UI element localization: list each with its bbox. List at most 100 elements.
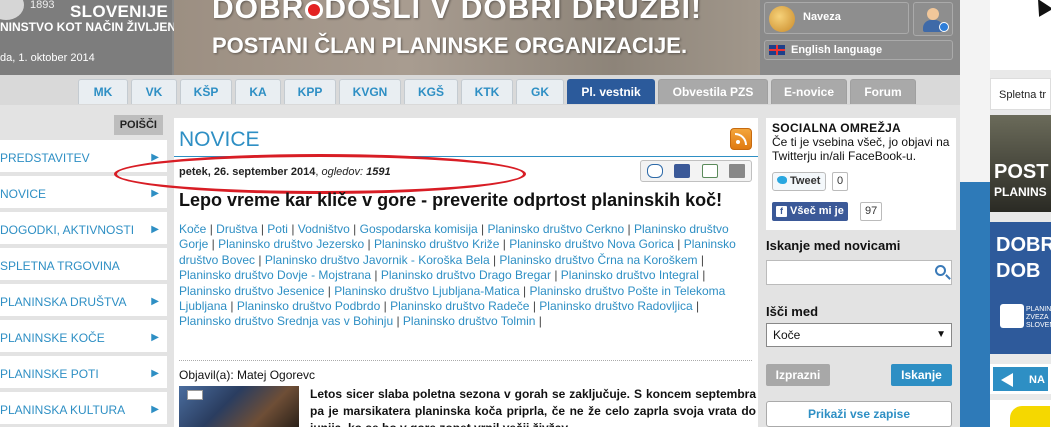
tab-gk[interactable]: GK <box>516 79 564 104</box>
back-nav-label: NA <box>1029 374 1045 386</box>
tag-link[interactable]: Planinsko društvo Nova Gorica <box>509 237 674 251</box>
twitter-bird-icon <box>777 176 787 184</box>
facebook-like-count: 97 <box>860 202 883 221</box>
tab-forum[interactable]: Forum <box>850 79 916 104</box>
tag-link[interactable]: Planinsko društvo Radovljica <box>539 299 692 313</box>
tag-link[interactable]: Planinsko društvo Ljubljana-Matica <box>334 284 519 298</box>
search-button[interactable]: POIŠČI <box>113 115 163 135</box>
facebook-icon[interactable] <box>674 164 691 178</box>
tab-kpp[interactable]: KPP <box>284 79 336 104</box>
ad-membership-line1: POST <box>994 161 1049 183</box>
tag-link[interactable]: Planinsko društvo Drago Bregar <box>381 268 551 282</box>
social-box: SOCIALNA OMREŽJA Če ti je vsebina všeč, … <box>766 118 956 230</box>
rss-icon[interactable] <box>730 128 752 150</box>
tag-separator: | <box>393 314 403 329</box>
tag-separator: | <box>673 237 684 252</box>
sidebar-item-novice[interactable]: NOVICE ▶ <box>0 176 167 212</box>
news-search-button[interactable]: Iskanje <box>891 364 952 386</box>
tab-vk[interactable]: VK <box>131 79 177 104</box>
print-icon[interactable] <box>729 164 746 178</box>
tab-mk[interactable]: MK <box>78 79 128 104</box>
tag-link[interactable]: Planinsko društvo Integral <box>561 268 699 282</box>
tab-kvgn[interactable]: KVGN <box>339 79 401 104</box>
sidebar-item-planinska-kultura[interactable]: PLANINSKA KULTURA ▶ <box>0 392 167 427</box>
user-profile-icon[interactable] <box>913 2 953 36</box>
tag-separator: | <box>698 268 706 283</box>
pzs-logo-icon <box>1000 304 1024 328</box>
language-switch[interactable]: English language <box>764 40 953 60</box>
ad-welcome[interactable]: DOBR DOB PLANIN ZVEZA SLOVEN <box>990 222 1051 354</box>
sidebar-item-spletna-trgovina[interactable]: SPLETNA TRGOVINA <box>0 248 167 284</box>
show-all-button[interactable]: Prikaži vse zapise <box>766 401 952 427</box>
sidebar-item-planinske-poti[interactable]: PLANINSKE POTI ▶ <box>0 356 167 392</box>
tag-link[interactable]: Vodništvo <box>298 222 350 236</box>
tag-separator: | <box>535 314 542 329</box>
left-sidebar: POIŠČI PREDSTAVITEV ▶ NOVICE ▶ DOGODKI, AK… <box>0 115 167 427</box>
chevron-right-icon: ▶ <box>151 224 159 235</box>
site-logo[interactable]: 1893 SLOVENIJE NINSTVO KOT NAČIN ŽIVLJEN… <box>0 0 191 75</box>
tag-link[interactable]: Planinsko društvo Jezersko <box>218 237 364 251</box>
tab-ka[interactable]: KA <box>235 79 281 104</box>
tag-link[interactable]: Koče <box>179 222 206 236</box>
tag-link[interactable]: Planinsko društvo Črna na Koroškem <box>499 253 697 267</box>
chevron-right-icon: ▶ <box>151 368 159 379</box>
facebook-like-button[interactable]: f Všeč mi je <box>772 202 848 221</box>
tag-link[interactable]: Planinsko društvo Radeče <box>390 299 529 313</box>
ad-membership[interactable]: POST PLANINS <box>990 115 1051 212</box>
profile-head <box>927 8 939 20</box>
tab-obvestila-pzs[interactable]: Obvestila PZS <box>658 79 768 104</box>
logo-emblem <box>0 0 24 20</box>
image-badge-icon <box>187 390 203 400</box>
current-date: da, 1. oktober 2014 <box>0 52 95 64</box>
tag-separator: | <box>255 252 265 267</box>
tab-ktk[interactable]: KTK <box>461 79 513 104</box>
article-thumbnail[interactable] <box>179 386 299 427</box>
sidebar-item-predstavitev[interactable]: PREDSTAVITEV ▶ <box>0 140 167 176</box>
header-banner[interactable]: DOBR DOŠLI V DOBRI DRUŽBI! POSTANI ČLAN P… <box>174 0 760 75</box>
tab-kgs[interactable]: KGŠ <box>404 79 458 104</box>
tag-link[interactable]: Planinsko društvo Javornik - Koroška Bel… <box>265 253 490 267</box>
tag-link[interactable]: Planinsko društvo Podbrdo <box>237 299 380 313</box>
tag-link[interactable]: Planinsko društvo Jesenice <box>179 284 324 298</box>
sidebar-item-planinska-drustva[interactable]: PLANINSKA DRUŠTVA ▶ <box>0 284 167 320</box>
tag-separator: | <box>208 237 219 252</box>
tag-link[interactable]: Poti <box>267 222 288 236</box>
email-icon[interactable] <box>701 164 718 178</box>
ad-top[interactable] <box>990 0 1051 70</box>
news-search-input[interactable] <box>767 261 927 284</box>
tab-ksp[interactable]: KŠP <box>180 79 232 104</box>
shop-tip[interactable]: Spletna tr <box>990 78 1051 110</box>
login-label: Naveza <box>803 11 841 23</box>
tag-link[interactable]: Društva <box>216 222 257 236</box>
ad-bottom[interactable] <box>990 400 1051 427</box>
ad-membership-line2: PLANINS <box>994 185 1047 199</box>
clear-button[interactable]: Izprazni <box>766 364 830 386</box>
tab-e-novice[interactable]: E-novice <box>771 79 847 104</box>
tweet-button[interactable]: Tweet <box>772 172 827 191</box>
article-date: petek, 26. september 2014 <box>179 166 316 178</box>
search-icon[interactable] <box>935 265 946 276</box>
comment-icon[interactable] <box>646 164 663 178</box>
login-button[interactable]: Naveza <box>764 2 909 34</box>
tag-separator: | <box>519 283 530 298</box>
tag-link[interactable]: Gospodarska komisija <box>360 222 478 236</box>
search-in-select[interactable]: Koče ▼ <box>766 323 952 347</box>
tag-separator: | <box>371 268 381 283</box>
article-lead: Letos sicer slaba poletna sezona v gorah… <box>310 387 756 427</box>
section-title: NOVICE <box>179 128 260 151</box>
back-nav-button[interactable]: NA <box>990 364 1051 394</box>
sidebar-item-label: PLANINSKE KOČE <box>0 331 105 345</box>
tab-pl-vestnik[interactable]: Pl. vestnik <box>567 79 655 104</box>
sidebar-item-planinske-koce[interactable]: PLANINSKE KOČE ▶ <box>0 320 167 356</box>
tag-separator: | <box>364 237 375 252</box>
sidebar-item-dogodki[interactable]: DOGODKI, AKTIVNOSTI ▶ <box>0 212 167 248</box>
tag-link[interactable]: Planinsko društvo Dovje - Mojstrana <box>179 268 371 282</box>
article-tags: Koče | Društva | Poti | Vodništvo | Gosp… <box>179 222 739 330</box>
sidebar-search: POIŠČI <box>0 115 167 140</box>
tag-link[interactable]: Planinsko društvo Cerkno <box>487 222 624 236</box>
tag-link[interactable]: Planinsko društvo Tolmin <box>403 314 536 328</box>
dropdown-arrow-icon: ▼ <box>936 329 946 340</box>
tag-link[interactable]: Planinsko društvo Križe <box>374 237 499 251</box>
chevron-right-icon: ▶ <box>151 188 159 199</box>
tag-link[interactable]: Planinsko društvo Srednja vas v Bohinju <box>179 314 393 328</box>
